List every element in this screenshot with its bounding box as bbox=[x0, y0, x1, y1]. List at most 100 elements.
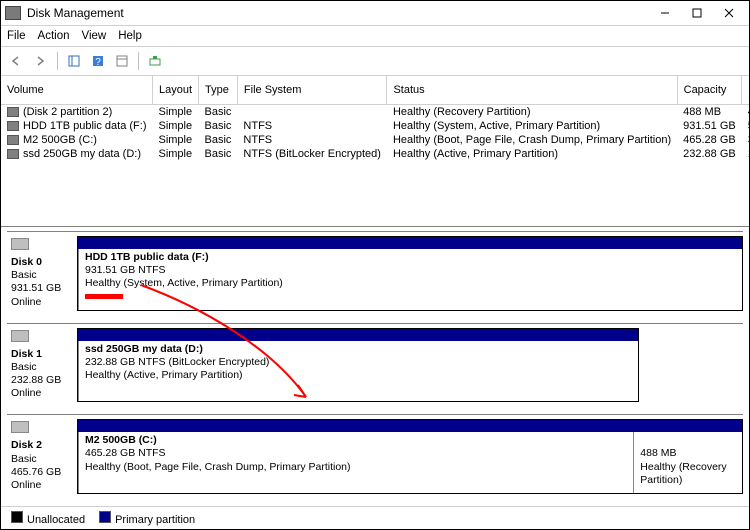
cell-layout: Simple bbox=[152, 147, 198, 161]
graphical-view-pane[interactable]: Disk 0 Basic 931.51 GB Online HDD 1TB pu… bbox=[1, 227, 749, 506]
window-title: Disk Management bbox=[27, 6, 649, 20]
refresh-icon[interactable] bbox=[145, 51, 165, 71]
disk-icon bbox=[11, 330, 29, 342]
disk-state: Online bbox=[11, 387, 41, 399]
partition-sub: 488 MB bbox=[640, 447, 676, 459]
disk-row: Disk 1 Basic 232.88 GB Online ssd 250GB … bbox=[7, 328, 743, 403]
legend-primary: Primary partition bbox=[99, 511, 195, 526]
disk-title: Disk 0 bbox=[11, 256, 42, 268]
disk-row: Disk 0 Basic 931.51 GB Online HDD 1TB pu… bbox=[7, 236, 743, 311]
cell-free: 185.35 GB bbox=[742, 147, 749, 161]
disk-management-window: Disk Management File Action View Help ? bbox=[0, 0, 750, 530]
volume-icon bbox=[7, 135, 19, 145]
back-button[interactable] bbox=[7, 51, 27, 71]
cell-free: 488 MB bbox=[742, 105, 749, 120]
table-row[interactable]: (Disk 2 partition 2)SimpleBasic Healthy (… bbox=[1, 105, 749, 120]
cell-volume: (Disk 2 partition 2) bbox=[1, 105, 152, 120]
cell-type: Basic bbox=[199, 105, 238, 120]
disk-icon bbox=[11, 421, 29, 433]
disk-title: Disk 1 bbox=[11, 348, 42, 360]
forward-button[interactable] bbox=[31, 51, 51, 71]
table-row[interactable]: M2 500GB (C:)SimpleBasicNTFSHealthy (Boo… bbox=[1, 133, 749, 147]
help-icon[interactable]: ? bbox=[88, 51, 108, 71]
partition[interactable]: ssd 250GB my data (D:) 232.88 GB NTFS (B… bbox=[78, 341, 638, 402]
menu-help[interactable]: Help bbox=[118, 30, 142, 42]
disk-icon bbox=[11, 238, 29, 250]
legend: Unallocated Primary partition bbox=[1, 506, 749, 529]
col-type[interactable]: Type bbox=[199, 76, 238, 105]
disk-size: 465.76 GB bbox=[11, 466, 61, 478]
close-button[interactable] bbox=[713, 3, 745, 23]
cell-layout: Simple bbox=[152, 133, 198, 147]
disk-graphic: HDD 1TB public data (F:) 931.51 GB NTFS … bbox=[77, 236, 743, 311]
partition-status: Healthy (Boot, Page File, Crash Dump, Pr… bbox=[85, 461, 351, 473]
disk-label[interactable]: Disk 2 Basic 465.76 GB Online bbox=[7, 419, 77, 494]
volume-icon bbox=[7, 121, 19, 131]
legend-swatch-unallocated-icon bbox=[11, 511, 23, 523]
volume-table: Volume Layout Type File System Status Ca… bbox=[1, 76, 749, 161]
menu-action[interactable]: Action bbox=[38, 30, 70, 42]
partition-sub: 931.51 GB NTFS bbox=[85, 264, 166, 276]
show-hide-console-tree-icon[interactable] bbox=[64, 51, 84, 71]
partition[interactable]: 488 MB Healthy (Recovery Partition) bbox=[633, 432, 742, 493]
col-capacity[interactable]: Capacity bbox=[677, 76, 742, 105]
cell-volume: ssd 250GB my data (D:) bbox=[1, 147, 152, 161]
col-volume[interactable]: Volume bbox=[1, 76, 152, 105]
cell-volume: HDD 1TB public data (F:) bbox=[1, 119, 152, 133]
disk-size: 232.88 GB bbox=[11, 374, 61, 386]
toolbar-separator bbox=[138, 52, 139, 70]
menubar: File Action View Help bbox=[1, 26, 749, 46]
cell-layout: Simple bbox=[152, 105, 198, 120]
col-layout[interactable]: Layout bbox=[152, 76, 198, 105]
partition[interactable]: HDD 1TB public data (F:) 931.51 GB NTFS … bbox=[78, 249, 742, 310]
titlebar[interactable]: Disk Management bbox=[1, 1, 749, 26]
legend-swatch-primary-icon bbox=[99, 511, 111, 523]
cell-capacity: 488 MB bbox=[677, 105, 742, 120]
volume-list-pane[interactable]: Volume Layout Type File System Status Ca… bbox=[1, 76, 749, 227]
partition-name: M2 500GB (C:) bbox=[85, 434, 157, 446]
cell-type: Basic bbox=[199, 119, 238, 133]
disk-row: Disk 2 Basic 465.76 GB Online M2 500GB (… bbox=[7, 419, 743, 494]
col-filesystem[interactable]: File System bbox=[237, 76, 387, 105]
cell-capacity: 931.51 GB bbox=[677, 119, 742, 133]
app-icon bbox=[5, 6, 21, 20]
partition-stripe bbox=[78, 237, 742, 249]
menu-file[interactable]: File bbox=[7, 30, 26, 42]
partition-stripe bbox=[78, 420, 742, 432]
partition-name: HDD 1TB public data (F:) bbox=[85, 251, 209, 263]
table-row[interactable]: HDD 1TB public data (F:)SimpleBasicNTFSH… bbox=[1, 119, 749, 133]
disk-graphic: ssd 250GB my data (D:) 232.88 GB NTFS (B… bbox=[77, 328, 639, 403]
cell-free: 356.51 GB bbox=[742, 133, 749, 147]
partition[interactable]: M2 500GB (C:) 465.28 GB NTFS Healthy (Bo… bbox=[78, 432, 633, 493]
table-header-row[interactable]: Volume Layout Type File System Status Ca… bbox=[1, 76, 749, 105]
disk-type: Basic bbox=[11, 361, 37, 373]
minimize-button[interactable] bbox=[649, 3, 681, 23]
cell-fs: NTFS (BitLocker Encrypted) bbox=[237, 147, 387, 161]
disk-title: Disk 2 bbox=[11, 439, 42, 451]
content: Volume Layout Type File System Status Ca… bbox=[1, 76, 749, 506]
disk-graphic: M2 500GB (C:) 465.28 GB NTFS Healthy (Bo… bbox=[77, 419, 743, 494]
cell-status: Healthy (Boot, Page File, Crash Dump, Pr… bbox=[387, 133, 677, 147]
properties-icon[interactable] bbox=[112, 51, 132, 71]
partition-stripe bbox=[78, 329, 638, 341]
legend-unallocated: Unallocated bbox=[11, 511, 85, 526]
maximize-button[interactable] bbox=[681, 3, 713, 23]
table-row[interactable]: ssd 250GB my data (D:)SimpleBasicNTFS (B… bbox=[1, 147, 749, 161]
disk-label[interactable]: Disk 1 Basic 232.88 GB Online bbox=[7, 328, 77, 403]
svg-text:?: ? bbox=[95, 57, 101, 67]
toolbar: ? bbox=[1, 46, 749, 76]
cell-status: Healthy (Recovery Partition) bbox=[387, 105, 677, 120]
disk-size: 931.51 GB bbox=[11, 282, 61, 294]
col-freespace[interactable]: Free Spa... bbox=[742, 76, 749, 105]
menu-view[interactable]: View bbox=[82, 30, 107, 42]
cell-fs: NTFS bbox=[237, 133, 387, 147]
cell-capacity: 232.88 GB bbox=[677, 147, 742, 161]
cell-fs: NTFS bbox=[237, 119, 387, 133]
disk-label[interactable]: Disk 0 Basic 931.51 GB Online bbox=[7, 236, 77, 311]
col-status[interactable]: Status bbox=[387, 76, 677, 105]
cell-type: Basic bbox=[199, 133, 238, 147]
volume-icon bbox=[7, 107, 19, 117]
disk-type: Basic bbox=[11, 269, 37, 281]
cell-layout: Simple bbox=[152, 119, 198, 133]
cell-fs bbox=[237, 105, 387, 120]
